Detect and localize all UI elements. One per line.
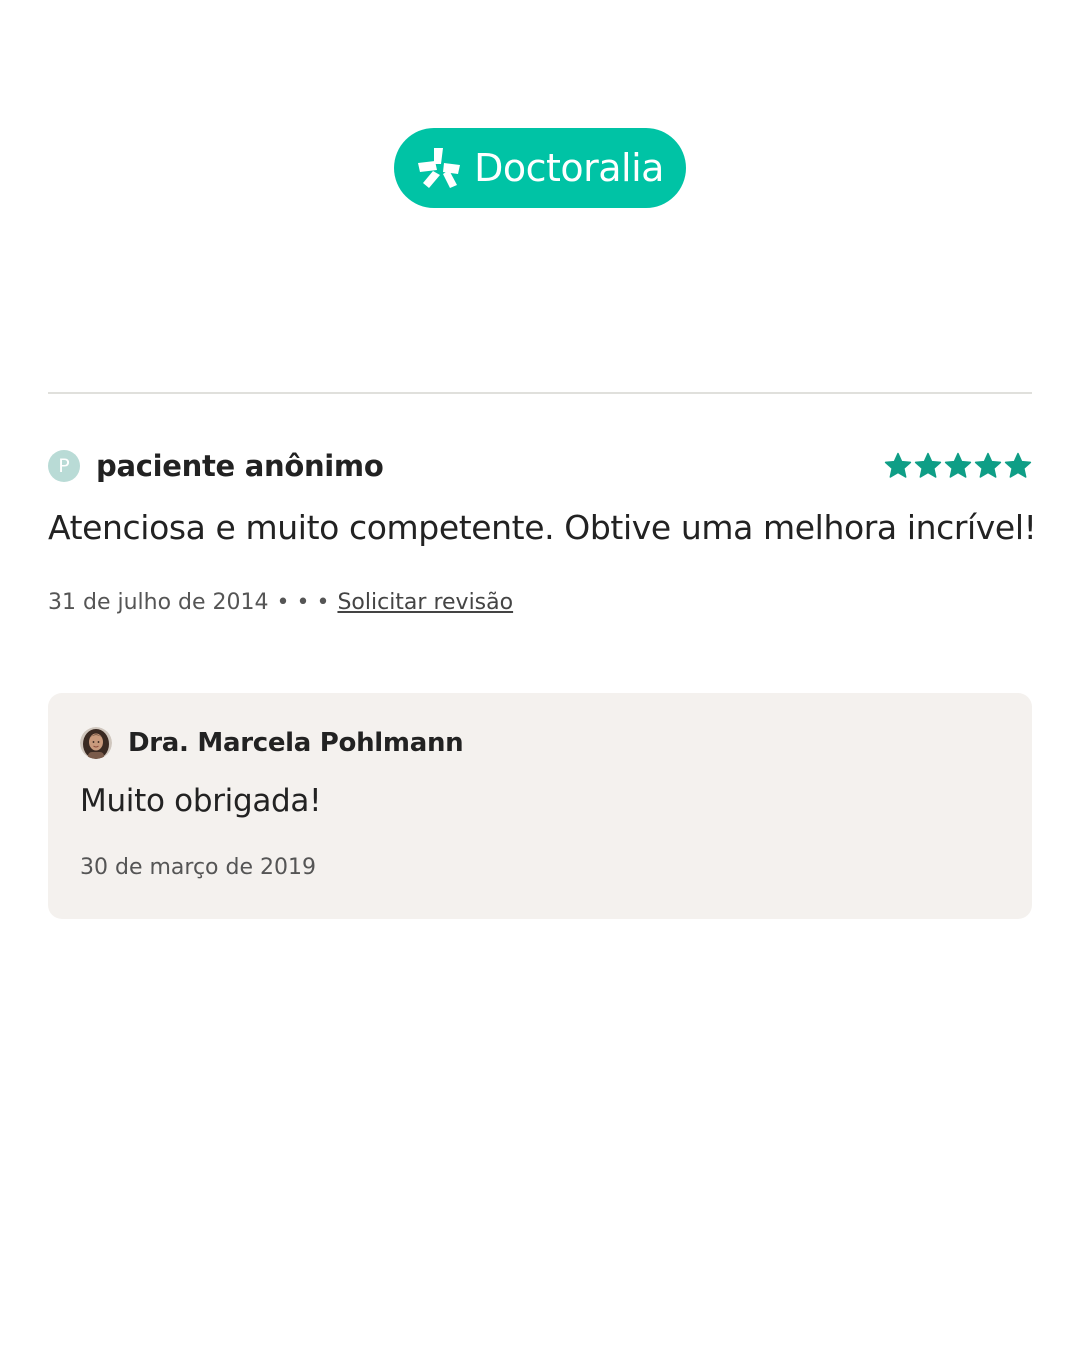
star-icon [974,452,1002,478]
star-icon [884,452,912,478]
review-date: 31 de julho de 2014 [48,590,269,615]
star-icon [1004,452,1032,478]
review-text: Atenciosa e muito competente. Obtive uma… [48,508,1037,547]
doctor-name: Dra. Marcela Pohlmann [128,728,464,758]
brand-name: Doctoralia [474,146,664,190]
reply-header: Dra. Marcela Pohlmann [80,727,464,759]
doctoralia-star-icon [418,148,461,188]
author-avatar: P [48,450,80,482]
review-header: P paciente anônimo [48,446,1032,486]
section-divider [48,392,1032,394]
review-author: P paciente anônimo [48,449,384,483]
doctor-reply-card: Dra. Marcela Pohlmann Muito obrigada! 30… [48,693,1032,919]
doctor-avatar-icon [80,727,112,759]
author-name: paciente anônimo [96,449,384,483]
meta-separator: • • • [276,590,330,615]
review-meta: 31 de julho de 2014 • • • Solicitar revi… [48,590,513,615]
reply-text: Muito obrigada! [80,783,322,819]
star-icon [914,452,942,478]
star-icon [944,452,972,478]
star-rating [884,452,1032,480]
reply-date: 30 de março de 2019 [80,855,316,880]
request-review-link[interactable]: Solicitar revisão [337,590,513,615]
doctoralia-logo[interactable]: Doctoralia [394,128,686,208]
